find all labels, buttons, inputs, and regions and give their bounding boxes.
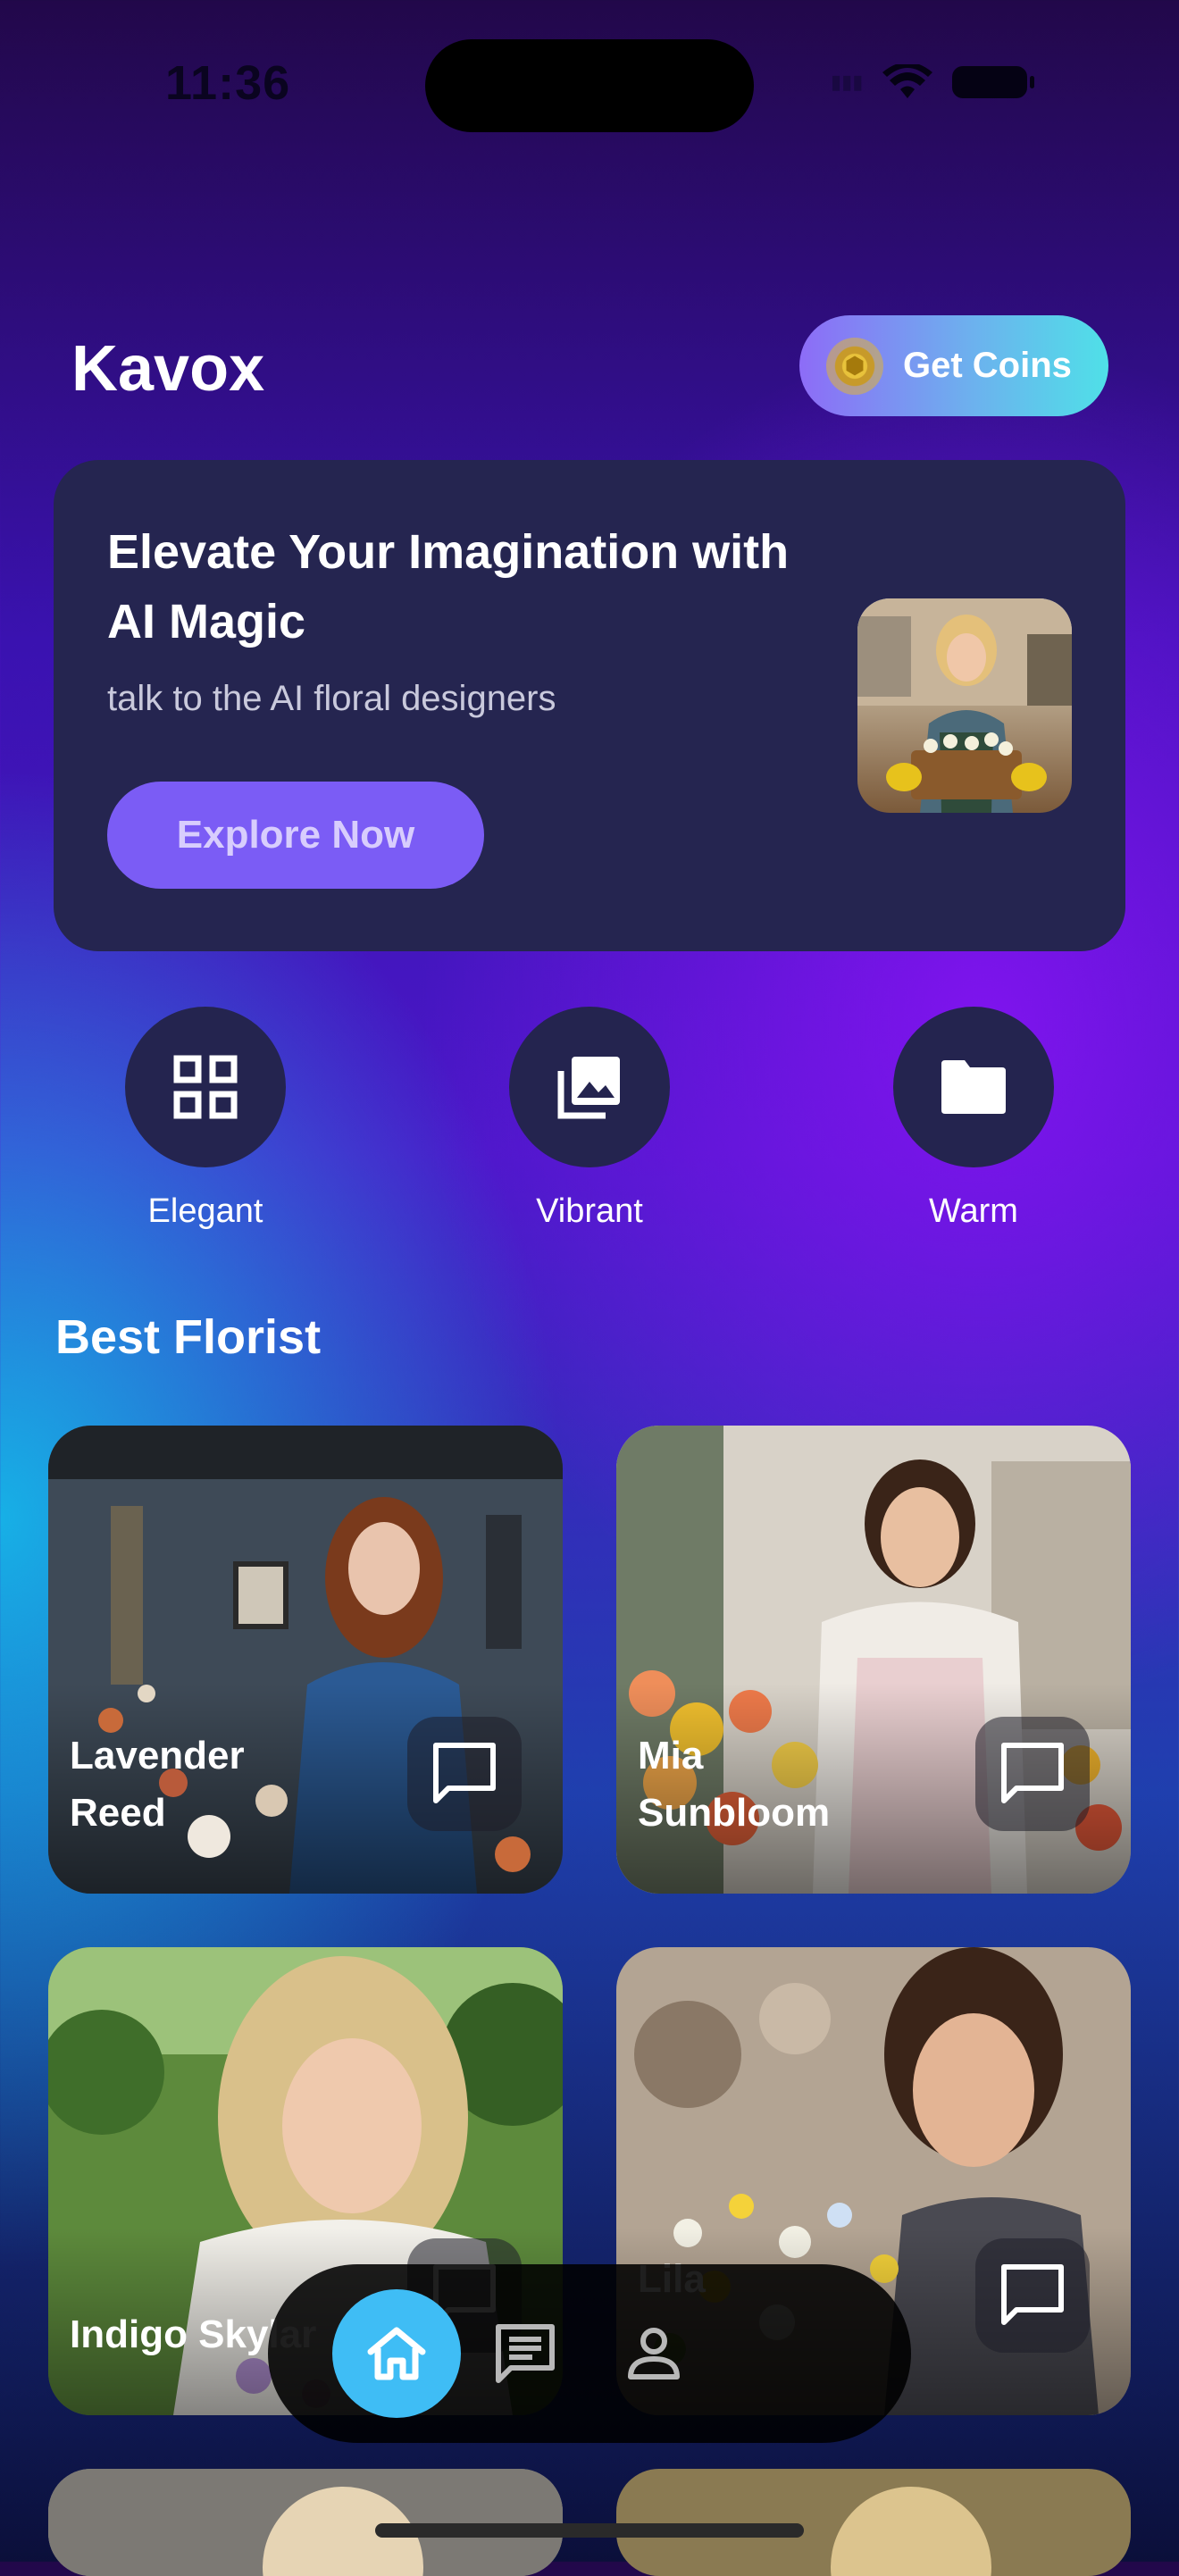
person-icon (628, 2328, 680, 2379)
dynamic-island (425, 39, 754, 132)
florist-name: Lavender Reed (70, 1734, 245, 1835)
chat-button[interactable] (975, 2238, 1090, 2353)
get-coins-label: Get Coins (903, 346, 1072, 385)
chat-list-icon (496, 2324, 555, 2383)
chat-icon (433, 1743, 496, 1803)
cellular-icon: ▮▮▮ (831, 71, 864, 93)
chat-button[interactable] (407, 1717, 522, 1831)
category-vibrant[interactable]: Vibrant (473, 1007, 706, 1231)
home-indicator (375, 2523, 804, 2538)
get-coins-button[interactable]: ⬢ Get Coins (799, 315, 1108, 416)
florist-card[interactable]: Lavender Reed (48, 1426, 563, 1894)
tab-messages[interactable] (461, 2289, 590, 2418)
status-icons: ▮▮▮ (831, 64, 1035, 100)
grid-icon (125, 1007, 286, 1167)
category-label: Elegant (147, 1192, 263, 1230)
florist-hero-image (857, 598, 1072, 813)
bottom-tab-bar (268, 2264, 911, 2443)
app-title: Kavox (71, 333, 265, 405)
home-icon (367, 2327, 426, 2380)
battery-icon (952, 66, 1035, 98)
category-elegant[interactable]: Elegant (89, 1007, 322, 1231)
hero-title: Elevate Your Imagination with AI Magic (107, 525, 790, 648)
section-title-best-florist: Best Florist (55, 1310, 322, 1364)
wifi-icon (882, 64, 933, 98)
category-label: Vibrant (536, 1192, 643, 1230)
florist-card[interactable]: Mia Sunbloom (616, 1426, 1131, 1894)
status-time: 11:36 (165, 56, 291, 110)
folder-icon (893, 1007, 1054, 1167)
florist-name: Mia Sunbloom (638, 1734, 831, 1835)
chat-icon (1001, 2264, 1064, 2325)
category-warm[interactable]: Warm (857, 1007, 1090, 1231)
florist-photo (48, 2469, 563, 2576)
tab-profile[interactable] (590, 2289, 718, 2418)
category-label: Warm (929, 1192, 1018, 1230)
florist-card[interactable] (48, 2469, 563, 2576)
chat-icon (1001, 1743, 1064, 1803)
hero-subtitle: talk to the AI floral designers (107, 679, 556, 718)
florist-photo (616, 2469, 1131, 2576)
hero-card: Elevate Your Imagination with AI Magic t… (54, 460, 1125, 951)
explore-now-button[interactable]: Explore Now (107, 782, 484, 889)
florist-card[interactable] (616, 2469, 1131, 2576)
coin-icon: ⬢ (826, 337, 883, 395)
photo-library-icon (509, 1007, 670, 1167)
chat-button[interactable] (975, 1717, 1090, 1831)
tab-home[interactable] (332, 2289, 461, 2418)
